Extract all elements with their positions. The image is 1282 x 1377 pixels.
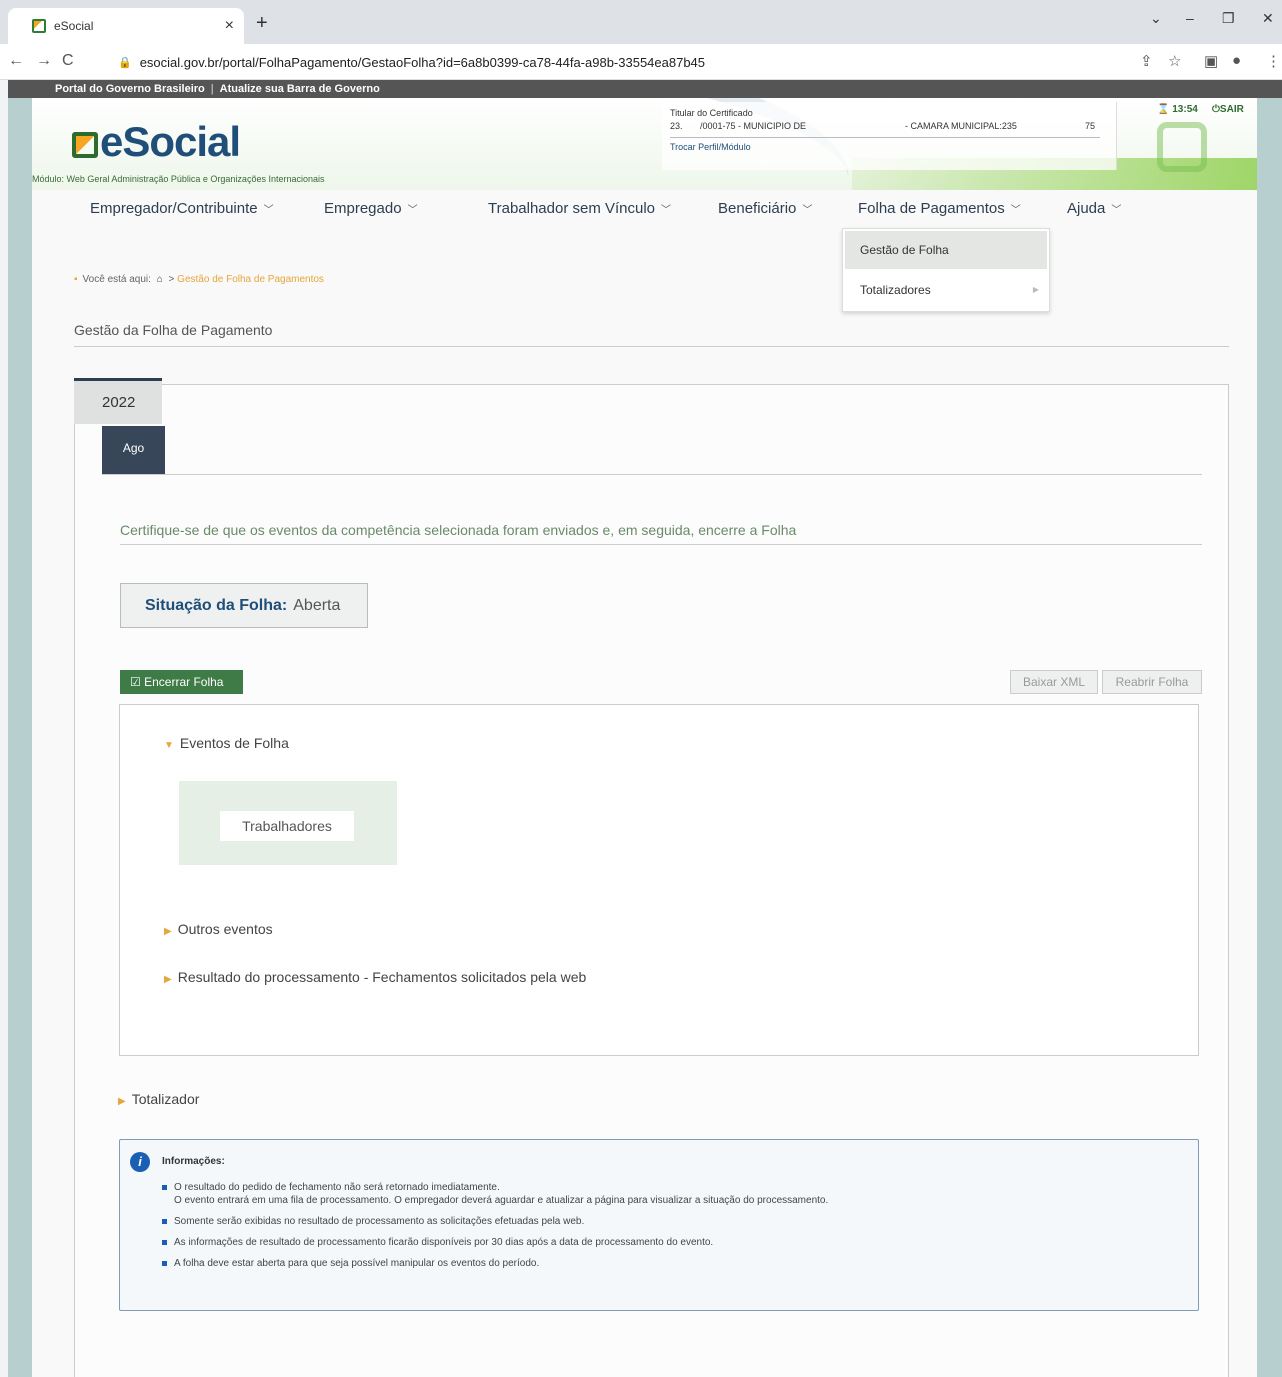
chevron-down-icon: ﹀ bbox=[1111, 205, 1122, 216]
reabrir-folha-button[interactable]: Reabrir Folha bbox=[1102, 670, 1202, 694]
eventos-folha-toggle[interactable]: ▼ Eventos de Folha bbox=[164, 735, 289, 751]
reload-icon[interactable]: C bbox=[62, 52, 74, 70]
menu-empregado[interactable]: Empregado ﹀ bbox=[324, 200, 418, 217]
esocial-logo-icon bbox=[72, 132, 98, 158]
esocial-logo[interactable]: eSocial bbox=[72, 118, 241, 166]
checkbox-icon: ☑ bbox=[130, 675, 141, 689]
hourglass-icon: ⌛ bbox=[1157, 104, 1170, 115]
browser-tab[interactable]: eSocial × bbox=[8, 8, 244, 44]
sidepanel-icon[interactable]: ▣ bbox=[1204, 52, 1218, 70]
cert-cnpj: /0001-75 - MUNICIPIO DE bbox=[700, 121, 807, 131]
logo-text: eSocial bbox=[100, 118, 241, 165]
minimize-icon[interactable]: – bbox=[1186, 10, 1194, 26]
back-icon[interactable]: ← bbox=[8, 52, 24, 70]
main-content: Empregador/Contribuinte ﹀ Empregado ﹀ Trab… bbox=[32, 190, 1257, 1377]
info-item: A folha deve estar aberta para que seja … bbox=[162, 1257, 828, 1270]
chevron-down-icon: ﹀ bbox=[802, 205, 813, 216]
eventos-box: ▼ Eventos de Folha Trabalhadores ▶ Outros … bbox=[119, 704, 1199, 1056]
lock-icon: 🔒 bbox=[118, 56, 132, 69]
menu-ajuda[interactable]: Ajuda ﹀ bbox=[1067, 200, 1121, 217]
browser-tabbar: eSocial × + ⌄ – ❐ ✕ bbox=[0, 0, 1282, 44]
new-tab-icon[interactable]: + bbox=[256, 12, 268, 35]
caret-right-icon: ▶ bbox=[164, 974, 172, 985]
info-item: As informações de resultado de processam… bbox=[162, 1236, 828, 1249]
dropdown-totalizadores[interactable]: Totalizadores ▶ bbox=[845, 271, 1047, 309]
session-timer: ⌛ 13:54 bbox=[1157, 104, 1198, 115]
info-icon: i bbox=[130, 1152, 150, 1172]
outros-eventos-toggle[interactable]: ▶ Outros eventos bbox=[164, 921, 273, 937]
status-value: Aberta bbox=[293, 597, 341, 614]
menu-kebab-icon[interactable]: ⋮ bbox=[1266, 52, 1281, 70]
menu-empregador[interactable]: Empregador/Contribuinte ﹀ bbox=[90, 200, 274, 217]
tab-title: eSocial bbox=[54, 19, 94, 33]
main-menu: Empregador/Contribuinte ﹀ Empregado ﹀ Trab… bbox=[32, 190, 1257, 228]
page-title: Gestão da Folha de Pagamento bbox=[74, 322, 273, 338]
certificate-panel: Titular do Certificado 23. /0001-75 - MU… bbox=[662, 102, 1117, 170]
module-label: Módulo: Web Geral Administração Pública … bbox=[32, 174, 325, 184]
url-text: esocial.gov.br/portal/FolhaPagamento/Ges… bbox=[139, 54, 706, 70]
url-field[interactable]: 🔒 esocial.gov.br/portal/FolhaPagamento/G… bbox=[118, 51, 705, 73]
info-item: O resultado do pedido de fechamento não … bbox=[162, 1181, 828, 1207]
menu-folha[interactable]: Folha de Pagamentos ﹀ bbox=[858, 200, 1021, 217]
caret-right-icon: ▶ bbox=[118, 1096, 126, 1107]
cert-num: 23. bbox=[670, 121, 683, 131]
bookmark-star-icon[interactable]: ☆ bbox=[1168, 52, 1181, 70]
favicon-icon bbox=[32, 19, 46, 33]
chevron-down-icon: ﹀ bbox=[1010, 205, 1021, 216]
caret-right-icon: ▶ bbox=[164, 926, 172, 937]
gov-update-link[interactable]: Atualize sua Barra de Governo bbox=[220, 83, 380, 95]
tab-month[interactable]: Ago bbox=[102, 426, 165, 474]
folha-status: Situação da Folha: Aberta bbox=[120, 583, 368, 628]
totalizador-toggle[interactable]: ▶ Totalizador bbox=[118, 1091, 199, 1107]
baixar-xml-button[interactable]: Baixar XML bbox=[1010, 670, 1098, 694]
gov-portal-link[interactable]: Portal do Governo Brasileiro bbox=[55, 83, 205, 95]
menu-trabalhador[interactable]: Trabalhador sem Vínculo ﹀ bbox=[488, 200, 671, 217]
chevron-down-icon: ﹀ bbox=[263, 205, 274, 216]
power-icon: ⏻ bbox=[1212, 104, 1220, 115]
forward-icon[interactable]: → bbox=[36, 52, 52, 70]
chevron-down-icon: ﹀ bbox=[407, 205, 418, 216]
caret-down-icon: ▼ bbox=[164, 740, 174, 751]
resultado-toggle[interactable]: ▶ Resultado do processamento - Fechamento… bbox=[164, 969, 586, 985]
chevron-right-icon: ▶ bbox=[1032, 285, 1039, 294]
home-icon[interactable]: ⌂ bbox=[157, 274, 163, 285]
cert-suffix: 75 bbox=[1085, 121, 1096, 131]
close-window-icon[interactable]: ✕ bbox=[1262, 10, 1274, 27]
change-profile-link[interactable]: Trocar Perfil/Módulo bbox=[670, 142, 1108, 152]
cert-title: Titular do Certificado bbox=[670, 108, 753, 118]
trabalhadores-button[interactable]: Trabalhadores bbox=[220, 811, 354, 841]
trabalhadores-card: Trabalhadores bbox=[179, 781, 397, 865]
close-tab-icon[interactable]: × bbox=[225, 17, 234, 35]
cert-org: - CAMARA MUNICIPAL:235 bbox=[905, 121, 1017, 131]
menu-beneficiario[interactable]: Beneficiário ﹀ bbox=[718, 200, 812, 217]
profile-icon[interactable]: ● bbox=[1232, 52, 1241, 69]
info-box: i Informações: O resultado do pedido de … bbox=[119, 1139, 1199, 1311]
breadcrumb-current[interactable]: Gestão de Folha de Pagamentos bbox=[177, 274, 324, 285]
folha-dropdown: Gestão de Folha Totalizadores ▶ bbox=[842, 228, 1050, 312]
logout-button[interactable]: ⏻SAIR bbox=[1212, 104, 1244, 115]
restore-icon[interactable]: ❐ bbox=[1222, 10, 1235, 27]
info-title: Informações: bbox=[162, 1156, 225, 1167]
address-bar: ← → C 🔒 esocial.gov.br/portal/FolhaPagam… bbox=[0, 44, 1282, 80]
page: Portal do Governo Brasileiro | Atualize su… bbox=[8, 80, 1282, 1377]
site-header: eSocial Módulo: Web Geral Administração … bbox=[32, 98, 1257, 190]
dropdown-gestao-folha[interactable]: Gestão de Folha bbox=[845, 231, 1047, 269]
chevron-down-icon: ﹀ bbox=[661, 205, 672, 216]
tab-year[interactable]: 2022 bbox=[74, 378, 162, 424]
status-label: Situação da Folha: bbox=[145, 597, 288, 614]
gov-bar: Portal do Governo Brasileiro | Atualize su… bbox=[8, 80, 1282, 98]
tab-search-icon[interactable]: ⌄ bbox=[1150, 10, 1162, 27]
info-item: Somente serão exibidas no resultado de p… bbox=[162, 1215, 828, 1228]
encerrar-folha-button[interactable]: ☑ Encerrar Folha bbox=[120, 670, 243, 694]
breadcrumb: ▪ Você está aqui: ⌂ > Gestão de Folha de … bbox=[74, 274, 324, 285]
share-icon[interactable]: ⇪ bbox=[1140, 52, 1153, 70]
instruction-text: Certifique-se de que os eventos da compe… bbox=[120, 522, 797, 538]
